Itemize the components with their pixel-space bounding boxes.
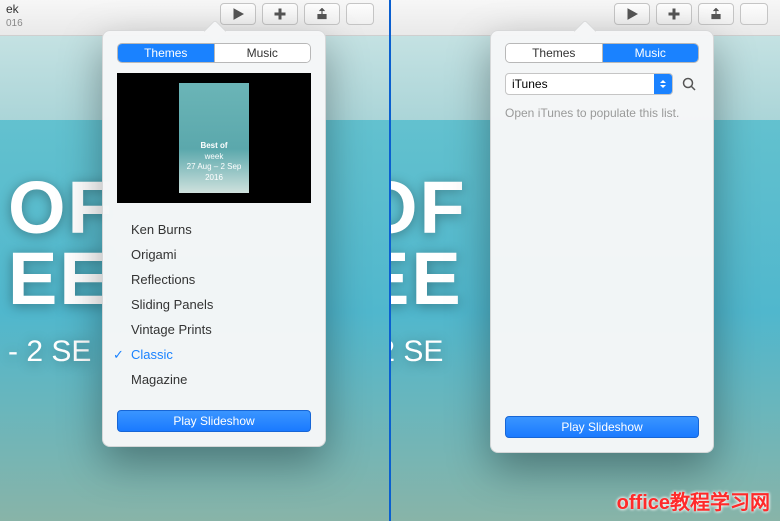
left-panel: ek 016 OF EE - 2 SE Themes Music (0, 0, 390, 521)
right-panel: OF EE - 2 SE Themes Music iTunes (390, 0, 780, 521)
tab-themes[interactable]: Themes (506, 44, 603, 62)
play-button[interactable] (614, 3, 650, 25)
checkmark-icon: ✓ (113, 347, 124, 363)
theme-item-magazine[interactable]: Magazine (103, 367, 325, 392)
search-button[interactable] (679, 74, 699, 94)
theme-item-vintage-prints[interactable]: Vintage Prints (103, 317, 325, 342)
preview-caption: Best of week 27 Aug – 2 Sep 2016 (179, 141, 249, 193)
theme-preview: Best of week 27 Aug – 2 Sep 2016 (117, 73, 311, 203)
theme-item-classic[interactable]: ✓Classic (103, 342, 325, 367)
music-source-select[interactable]: iTunes (505, 73, 673, 95)
music-hint: Open iTunes to populate this list. (505, 105, 699, 122)
slideshow-popover-themes: Themes Music Best of week 27 Aug – 2 Sep… (102, 30, 326, 447)
tab-segmented-control: Themes Music (505, 43, 699, 63)
theme-list: Ken Burns Origami Reflections Sliding Pa… (103, 213, 325, 400)
theme-item-sliding-panels[interactable]: Sliding Panels (103, 292, 325, 317)
play-slideshow-button[interactable]: Play Slideshow (505, 416, 699, 438)
header-title: ek (6, 2, 19, 16)
share-button[interactable] (304, 3, 340, 25)
toolbar (614, 3, 768, 25)
add-button[interactable] (262, 3, 298, 25)
play-slideshow-button[interactable]: Play Slideshow (117, 410, 311, 432)
theme-item-origami[interactable]: Origami (103, 242, 325, 267)
theme-item-reflections[interactable]: Reflections (103, 267, 325, 292)
share-button[interactable] (698, 3, 734, 25)
tab-segmented-control: Themes Music (117, 43, 311, 63)
play-button[interactable] (220, 3, 256, 25)
chevron-updown-icon (654, 74, 672, 94)
toolbar-extra[interactable] (346, 3, 374, 25)
slideshow-popover-music: Themes Music iTunes Open iTunes to popul… (490, 30, 714, 453)
panel-divider (389, 0, 391, 521)
toolbar (220, 3, 374, 25)
tab-themes[interactable]: Themes (118, 44, 215, 62)
header-subtitle: 016 (6, 18, 23, 29)
select-value: iTunes (512, 77, 548, 91)
tab-music[interactable]: Music (603, 44, 699, 62)
watermark-text: office教程学习网 (617, 486, 770, 515)
tab-music[interactable]: Music (215, 44, 311, 62)
toolbar-extra[interactable] (740, 3, 768, 25)
theme-item-ken-burns[interactable]: Ken Burns (103, 217, 325, 242)
add-button[interactable] (656, 3, 692, 25)
